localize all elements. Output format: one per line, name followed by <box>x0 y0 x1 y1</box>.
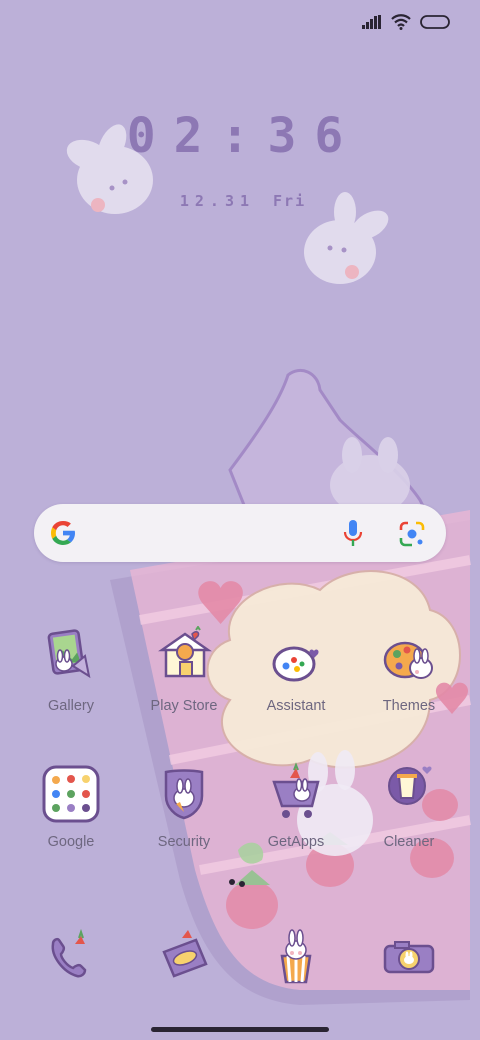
google-search-bar[interactable] <box>34 504 446 562</box>
gallery-icon <box>47 629 91 679</box>
app-security[interactable]: Security <box>128 762 240 850</box>
dock-messages[interactable] <box>128 926 240 990</box>
app-label: Themes <box>382 698 436 714</box>
assistant-icon <box>272 646 319 682</box>
app-label: Gallery <box>48 698 94 714</box>
camera-icon <box>383 941 435 974</box>
cleaner-bin-icon <box>388 766 432 805</box>
app-label: Play Store <box>150 698 218 714</box>
app-label: GetApps <box>267 834 325 850</box>
clock-time[interactable]: 02:36 <box>0 108 480 164</box>
camera-popcorn-icon <box>280 929 312 984</box>
app-label: Assistant <box>266 698 326 714</box>
app-label: Google <box>47 834 95 850</box>
app-getapps[interactable]: GetApps <box>240 762 352 850</box>
dock-phone[interactable] <box>15 926 127 990</box>
microphone-icon[interactable] <box>340 518 366 548</box>
signal-icon <box>362 15 381 29</box>
themes-palette-icon <box>383 641 433 679</box>
app-google-folder[interactable]: Google <box>15 762 127 850</box>
phone-icon <box>51 928 87 978</box>
app-themes[interactable]: Themes <box>353 626 465 714</box>
google-folder-icon <box>42 765 100 823</box>
messages-icon <box>162 930 208 978</box>
dock-camera-popcorn[interactable] <box>240 926 352 990</box>
app-assistant[interactable]: Assistant <box>240 626 352 714</box>
app-cleaner[interactable]: Cleaner <box>353 762 465 850</box>
app-label: Security <box>157 834 211 850</box>
day-text: Fri <box>273 192 307 210</box>
navigation-gesture-handle[interactable] <box>151 1027 329 1032</box>
clock-date[interactable]: 12.31 Fri <box>0 192 480 210</box>
date-text: 12.31 <box>179 192 256 210</box>
battery-icon <box>420 15 450 29</box>
google-g-icon <box>51 521 75 545</box>
app-label: Cleaner <box>383 834 435 850</box>
status-bar <box>362 14 450 30</box>
app-gallery[interactable]: Gallery <box>15 626 127 714</box>
app-play-store[interactable]: Play Store <box>128 626 240 714</box>
wifi-icon <box>391 14 411 30</box>
security-shield-icon <box>164 769 204 820</box>
play-store-icon <box>158 626 212 678</box>
dock-camera[interactable] <box>353 926 465 990</box>
getapps-cart-icon <box>272 762 320 818</box>
google-lens-icon[interactable] <box>398 520 426 548</box>
